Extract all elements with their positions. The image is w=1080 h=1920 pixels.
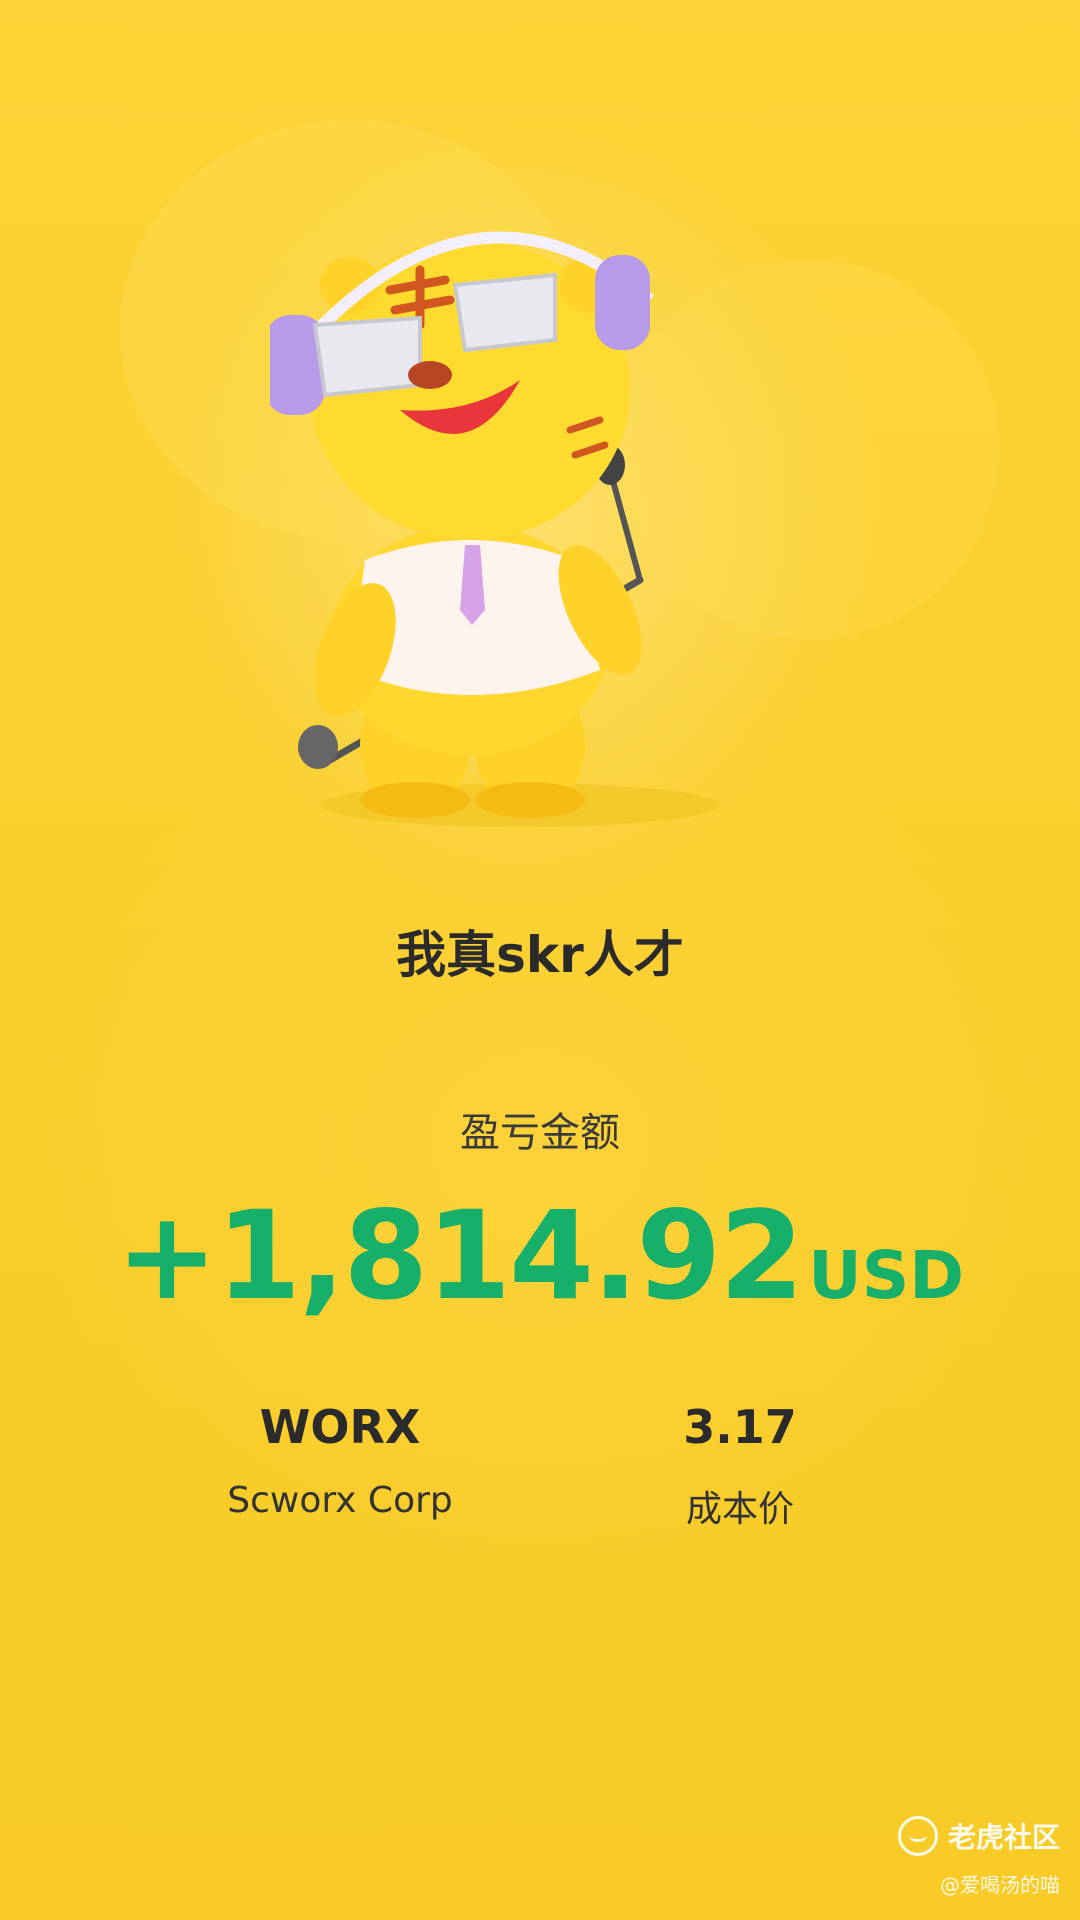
profit-loss-amount-row: +1,814.92USD	[0, 1185, 1080, 1327]
cost-info: 3.17 成本价	[560, 1400, 920, 1532]
achievement-title: 我真skr人才	[396, 926, 684, 984]
currency-label: USD	[808, 1237, 965, 1314]
stock-name: Scworx Corp	[227, 1480, 453, 1521]
community-watermark: 老虎社区	[897, 1816, 1060, 1856]
tiger-community-logo-icon	[897, 1816, 938, 1856]
singing-tiger-mascot-icon	[270, 231, 720, 827]
watermark-brand: 老虎社区	[947, 1821, 1060, 1854]
stock-info: WORX Scworx Corp	[160, 1400, 520, 1521]
cost-price-label: 成本价	[685, 1489, 794, 1530]
stock-symbol: WORX	[259, 1400, 421, 1454]
profit-loss-label: 盈亏金额	[460, 1110, 620, 1156]
profit-loss-amount: +1,814.92	[115, 1185, 804, 1327]
watermark-username: @爱喝汤的喵	[940, 1873, 1060, 1897]
cost-price-value: 3.17	[683, 1400, 797, 1454]
